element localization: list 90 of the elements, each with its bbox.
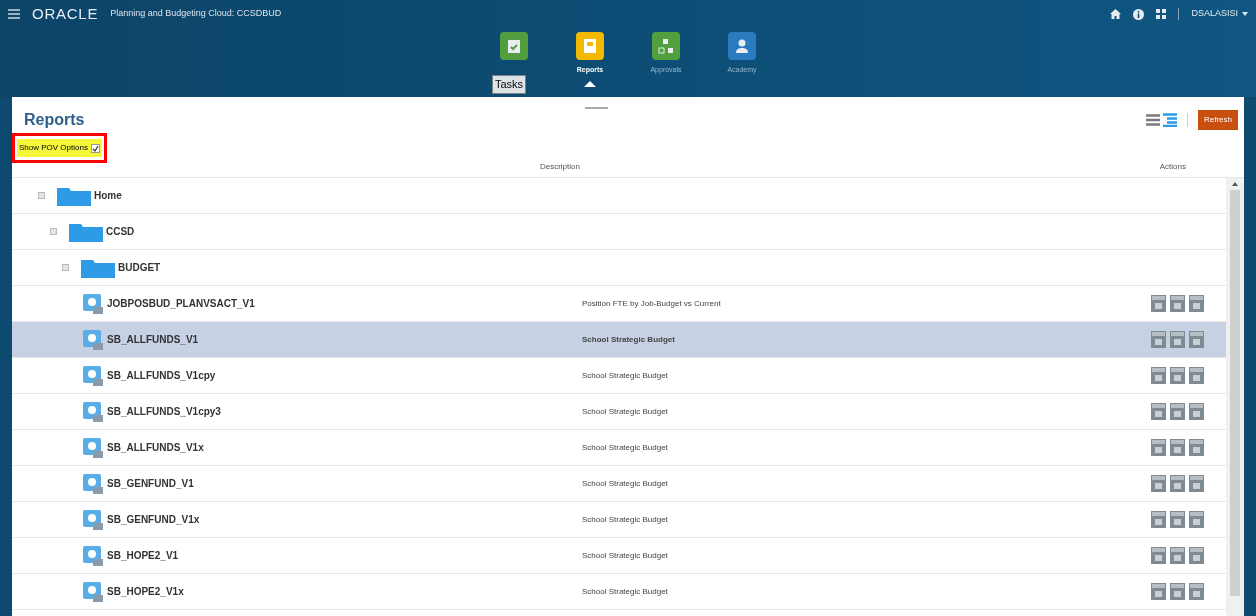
- excel-file-icon[interactable]: [1189, 511, 1204, 528]
- report-description: School Strategic Budget: [582, 405, 668, 418]
- excel-file-icon[interactable]: [1189, 547, 1204, 564]
- report-file-icon: [82, 292, 104, 315]
- hierarchy-icon: [658, 38, 674, 54]
- pdf-file-icon[interactable]: [1170, 331, 1185, 348]
- excel-file-icon[interactable]: [1189, 583, 1204, 600]
- pdf-file-icon[interactable]: [1170, 367, 1185, 384]
- grid-icon[interactable]: [1156, 9, 1167, 19]
- report-description: School Strategic Budget: [582, 477, 668, 490]
- report-file-icon: [82, 472, 104, 495]
- pdf-file-icon[interactable]: [1170, 547, 1185, 564]
- report-name: SB_GENFUND_V1x: [107, 513, 200, 527]
- report-name: SB_ALLFUNDS_V1cpy3: [107, 405, 221, 419]
- report-description: School Strategic Budget: [582, 549, 668, 562]
- tooltip: Tasks: [492, 75, 527, 94]
- report-name: SB_HOPE2_V1: [107, 549, 179, 563]
- report-name: SB_ALLFUNDS_V1x: [107, 441, 204, 455]
- folder-icon: [69, 221, 103, 242]
- report-file-icon: [82, 364, 104, 387]
- html-file-icon[interactable]: [1151, 547, 1166, 564]
- html-file-icon[interactable]: [1151, 511, 1166, 528]
- expand-toggle[interactable]: [50, 228, 57, 235]
- clipboard-icon: [507, 38, 521, 54]
- pdf-file-icon[interactable]: [1170, 475, 1185, 492]
- report-description: School Strategic Budget: [582, 585, 668, 598]
- report-description: School Strategic Budget: [582, 441, 668, 454]
- excel-file-icon[interactable]: [1189, 403, 1204, 420]
- column-header: Actions: [1159, 161, 1186, 173]
- list-view-icon[interactable]: [1146, 114, 1160, 126]
- report-description: Position FTE by Job-Budget vs Current: [582, 297, 721, 310]
- report-name: SB_GENFUND_V1: [107, 477, 194, 491]
- pov-label: Show POV Options: [19, 142, 88, 154]
- excel-file-icon[interactable]: [1189, 295, 1204, 312]
- pdf-file-icon[interactable]: [1170, 583, 1185, 600]
- report-file-icon: [82, 400, 104, 423]
- scrollbar[interactable]: [1226, 178, 1244, 616]
- html-file-icon[interactable]: [1151, 367, 1166, 384]
- checkbox[interactable]: [90, 143, 100, 153]
- graduate-icon: [735, 38, 749, 54]
- html-file-icon[interactable]: [1151, 295, 1166, 312]
- report-description: School Strategic Budget: [582, 513, 668, 526]
- html-file-icon[interactable]: [1151, 331, 1166, 348]
- pdf-file-icon[interactable]: [1170, 295, 1185, 312]
- tree-view-icon[interactable]: [1163, 113, 1177, 127]
- report-name: JOBPOSBUD_PLANVSACT_V1: [107, 297, 255, 311]
- caret-icon: [1242, 12, 1248, 16]
- excel-file-icon[interactable]: [1189, 475, 1204, 492]
- excel-file-icon[interactable]: [1189, 439, 1204, 456]
- report-description: School Strategic Budget: [582, 333, 675, 346]
- folder-name: Home: [94, 189, 122, 203]
- report-file-icon: [82, 508, 104, 531]
- report-file-icon: [82, 436, 104, 459]
- menu-icon[interactable]: [8, 9, 20, 19]
- html-file-icon[interactable]: [1151, 439, 1166, 456]
- folder-icon: [57, 185, 91, 206]
- info-circle-icon[interactable]: [1133, 8, 1145, 20]
- selection-pointer-icon: [584, 80, 596, 87]
- home-icon[interactable]: [1110, 9, 1122, 19]
- html-file-icon[interactable]: [1151, 403, 1166, 420]
- report-description: School Strategic Budget: [582, 369, 668, 382]
- report-file-icon: [82, 544, 104, 567]
- expand-toggle[interactable]: [38, 192, 45, 199]
- excel-file-icon[interactable]: [1189, 367, 1204, 384]
- brand-logo: ORACLE: [32, 3, 99, 24]
- report-name: SB_HOPE2_V1x: [107, 585, 184, 599]
- pdf-file-icon[interactable]: [1170, 439, 1185, 456]
- panel-title: Reports: [24, 110, 85, 130]
- html-file-icon[interactable]: [1151, 475, 1166, 492]
- report-name: SB_ALLFUNDS_V1: [107, 333, 199, 347]
- report-icon: [583, 38, 597, 54]
- table-row[interactable]: SB_ALLFUNDS_V1 School Strategic Budget: [12, 322, 1226, 358]
- folder-name: BUDGET: [118, 261, 161, 275]
- excel-file-icon[interactable]: [1189, 331, 1204, 348]
- column-header: Description: [539, 161, 580, 173]
- report-file-icon: [82, 328, 104, 351]
- app-title: Planning and Budgeting Cloud: CCSDBUD: [110, 7, 282, 21]
- scroll-up-arrow-icon[interactable]: [1232, 182, 1238, 186]
- pdf-file-icon[interactable]: [1170, 403, 1185, 420]
- folder-name: CCSD: [106, 225, 135, 239]
- folder-icon: [81, 257, 115, 278]
- pdf-file-icon[interactable]: [1170, 511, 1185, 528]
- report-file-icon: [82, 580, 104, 603]
- html-file-icon[interactable]: [1151, 583, 1166, 600]
- refresh-button[interactable]: Refresh: [1198, 110, 1238, 130]
- checkmark-icon: [91, 144, 99, 152]
- pov-checkbox[interactable]: Show POV Options: [17, 139, 102, 157]
- expand-toggle[interactable]: [62, 264, 69, 271]
- user-menu[interactable]: DSALASISI: [1191, 7, 1248, 21]
- report-name: SB_ALLFUNDS_V1cpy: [107, 369, 216, 383]
